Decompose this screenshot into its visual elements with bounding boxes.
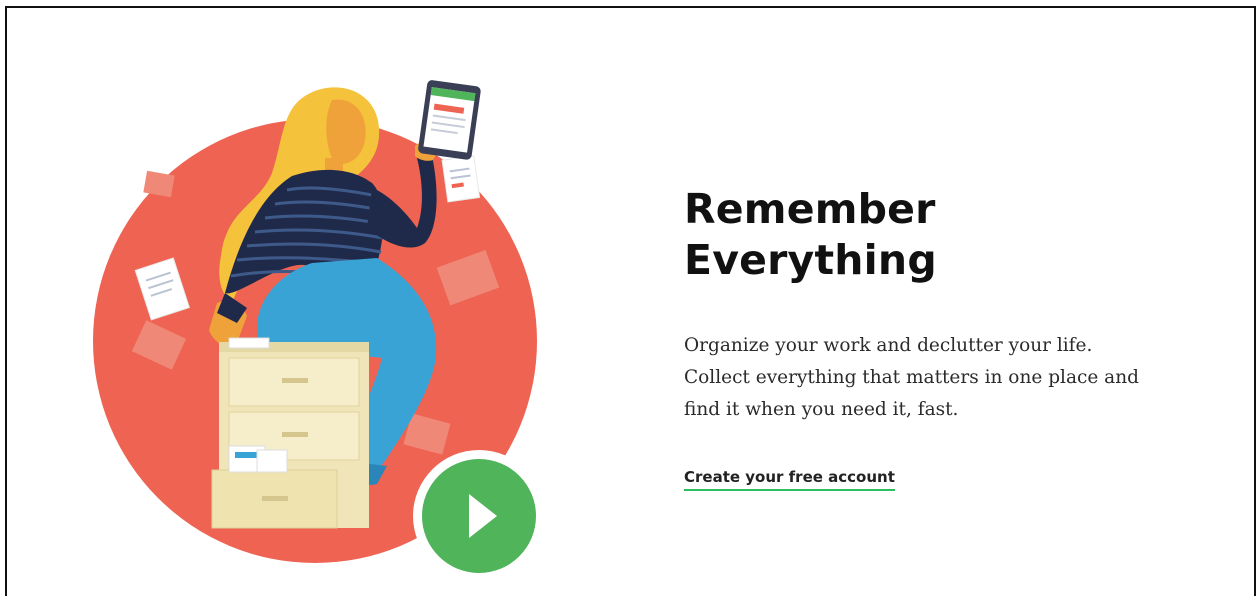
hero-description: Organize your work and declutter your li… bbox=[684, 330, 1204, 426]
floating-paper-right bbox=[441, 155, 481, 203]
tablet bbox=[418, 80, 481, 160]
headline-line-1: Remember bbox=[684, 185, 936, 233]
hero-text: Remember Everything Organize your work a… bbox=[684, 184, 1204, 491]
page-frame: Remember Everything Organize your work a… bbox=[5, 6, 1256, 596]
hero-headline: Remember Everything bbox=[684, 184, 1204, 286]
headline-line-2: Everything bbox=[684, 236, 937, 284]
filing-cabinet bbox=[211, 337, 369, 529]
play-button-graphic bbox=[413, 450, 545, 582]
description-line-1: Organize your work and declutter your li… bbox=[684, 335, 1093, 356]
create-free-account-link[interactable]: Create your free account bbox=[684, 468, 895, 491]
description-line-2: Collect everything that matters in one p… bbox=[684, 367, 1139, 388]
description-line-3: find it when you need it, fast. bbox=[684, 399, 959, 420]
hero-illustration bbox=[87, 78, 557, 588]
